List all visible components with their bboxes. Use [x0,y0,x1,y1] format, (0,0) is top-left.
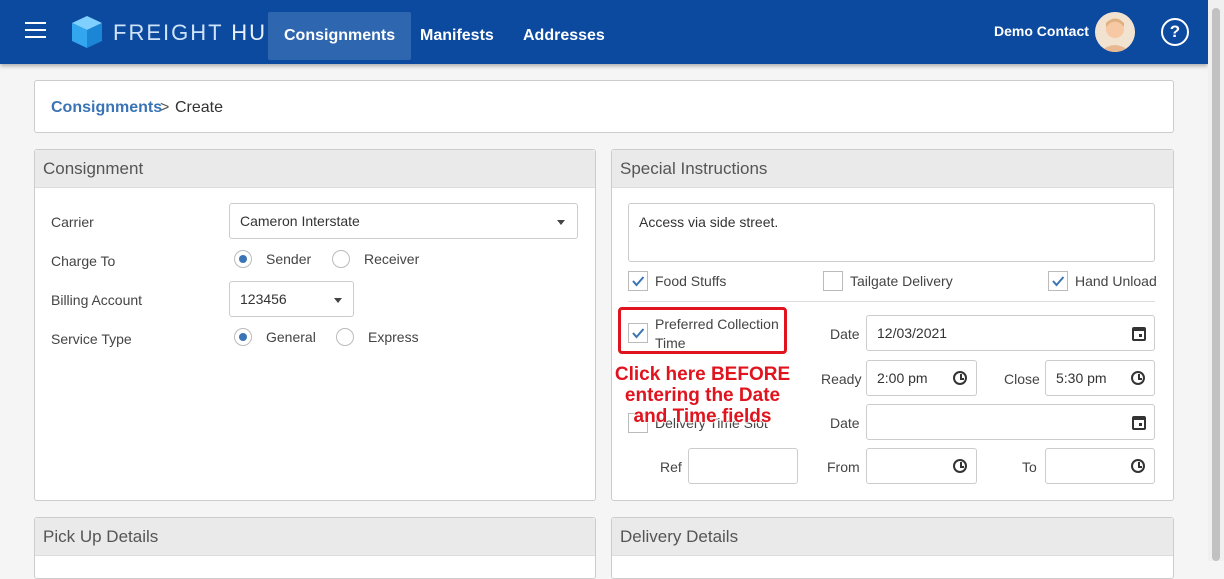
service-express-radio[interactable] [336,328,354,346]
charge-to-receiver-label[interactable]: Receiver [364,251,419,267]
collection-date-input[interactable]: 12/03/2021 [866,315,1155,351]
service-general-label[interactable]: General [266,329,316,345]
check-icon [632,276,645,287]
charge-to-receiver-radio[interactable] [332,250,350,268]
freight-hub-logo-icon [72,16,102,48]
tailgate-delivery-checkbox[interactable] [823,271,843,291]
brand-logo[interactable]: FREIGHT HUB [113,20,284,46]
clock-icon[interactable] [1131,371,1145,385]
from-label: From [827,459,860,475]
delivery-date-label: Date [830,415,860,431]
clock-icon[interactable] [1131,459,1145,473]
divider [628,301,1155,302]
ready-label: Ready [821,371,862,387]
check-icon [1052,276,1065,287]
avatar[interactable] [1095,12,1135,52]
food-stuffs-label[interactable]: Food Stuffs [655,273,726,289]
carrier-label: Carrier [51,214,94,230]
billing-account-value: 123456 [240,291,287,307]
nav-manifests[interactable]: Manifests [404,12,510,60]
hand-unload-label[interactable]: Hand Unload [1075,273,1157,289]
annotation-line-3: and Time fields [633,406,772,428]
service-express-label[interactable]: Express [368,329,419,345]
nav-consignments[interactable]: Consignments [268,12,412,60]
delivery-details-panel: Delivery Details [611,517,1174,579]
pickup-details-title: Pick Up Details [35,518,595,556]
clock-icon[interactable] [953,459,967,473]
special-instructions-text: Access via side street. [639,214,779,230]
charge-to-sender-radio[interactable] [234,250,252,268]
breadcrumb-consignments-link[interactable]: Consignments [51,99,162,117]
service-type-label: Service Type [51,331,132,347]
ref-label: Ref [660,459,682,475]
food-stuffs-checkbox[interactable] [628,271,648,291]
charge-to-sender-label[interactable]: Sender [266,251,311,267]
clock-icon[interactable] [953,371,967,385]
to-label: To [1022,459,1037,475]
close-time-input[interactable]: 5:30 pm [1045,360,1155,396]
close-label: Close [1004,371,1040,387]
special-instructions-title: Special Instructions [612,150,1173,188]
carrier-select[interactable]: Cameron Interstate [229,203,578,239]
annotation-line-2: entering the Date [624,385,781,407]
ref-input[interactable] [688,448,798,484]
collection-date-label: Date [830,326,860,342]
pickup-details-panel: Pick Up Details [34,517,596,579]
nav-addresses[interactable]: Addresses [507,12,621,60]
scrollbar[interactable] [1208,0,1224,561]
top-navbar: FREIGHT HUB Consignments Manifests Addre… [0,0,1208,64]
billing-account-label: Billing Account [51,292,143,308]
service-general-radio[interactable] [234,328,252,346]
to-time-input[interactable] [1045,448,1155,484]
chevron-down-icon [557,220,565,225]
breadcrumb-separator: > [160,99,170,116]
collection-date-value: 12/03/2021 [877,325,948,341]
special-instructions-textarea[interactable]: Access via side street. [628,203,1155,262]
close-time-value: 5:30 pm [1056,370,1107,386]
annotation-highlight-box [618,307,787,354]
delivery-date-input[interactable] [866,404,1155,440]
breadcrumb: Consignments > Create [34,80,1174,133]
carrier-value: Cameron Interstate [240,213,360,229]
brand-freight: FREIGHT [113,20,224,45]
user-name[interactable]: Demo Contact [994,23,1089,39]
charge-to-label: Charge To [51,253,116,269]
ready-time-value: 2:00 pm [877,370,928,386]
tailgate-delivery-label[interactable]: Tailgate Delivery [850,273,953,289]
consignment-panel: Consignment [34,149,596,501]
avatar-icon [1095,12,1135,52]
from-time-input[interactable] [866,448,977,484]
billing-account-select[interactable]: 123456 [229,281,354,317]
help-icon[interactable]: ? [1161,18,1189,46]
chevron-down-icon [334,298,342,303]
calendar-icon[interactable] [1132,327,1146,341]
consignment-panel-title: Consignment [35,150,595,188]
scrollbar-thumb[interactable] [1212,8,1220,561]
breadcrumb-current: Create [175,99,224,116]
annotation-line-1: Click here BEFORE [614,364,791,386]
annotation-callout: Click here BEFORE entering the Date and … [600,364,805,428]
delivery-details-title: Delivery Details [612,518,1173,556]
hand-unload-checkbox[interactable] [1048,271,1068,291]
calendar-icon[interactable] [1132,416,1146,430]
menu-icon[interactable] [25,22,46,40]
ready-time-input[interactable]: 2:00 pm [866,360,977,396]
